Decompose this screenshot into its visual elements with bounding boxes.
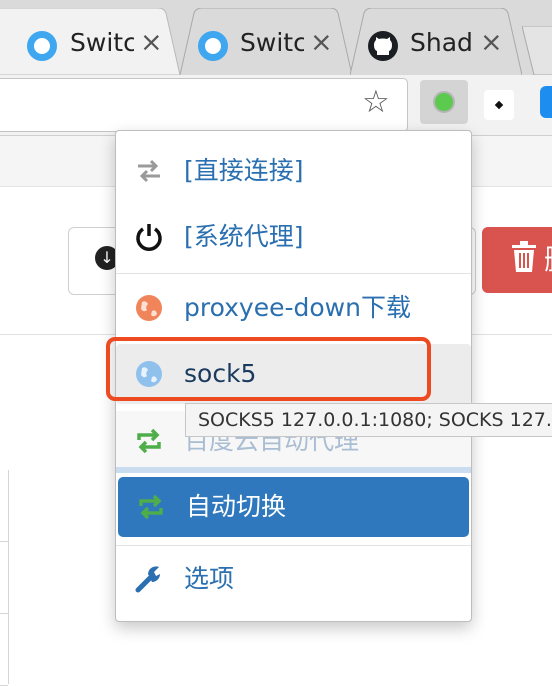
menu-item-options[interactable]: 选项 — [116, 549, 471, 609]
menu-item-label: proxyee-down下载 — [184, 293, 411, 322]
selection-glow — [116, 467, 471, 473]
tab-1-title: Switc — [70, 28, 134, 57]
delete-button[interactable]: 删 — [482, 227, 552, 293]
auto-switch-icon — [134, 426, 164, 456]
address-bar[interactable] — [0, 78, 408, 132]
menu-item-label: [系统代理] — [184, 222, 304, 251]
extension-2-icon[interactable] — [484, 90, 514, 120]
tab-1[interactable]: Switc × — [0, 8, 180, 75]
menu-item-system[interactable]: [系统代理] — [116, 207, 471, 267]
menu-item-label: [直接连接] — [184, 156, 304, 185]
globe-orange-icon — [134, 293, 164, 323]
tab-3-close-icon[interactable]: × — [480, 28, 503, 58]
menu-divider — [116, 545, 471, 546]
new-tab-button[interactable] — [522, 26, 552, 75]
auto-switch-icon — [136, 492, 166, 522]
tab-1-close-icon[interactable]: × — [140, 28, 163, 58]
proxy-tooltip: SOCKS5 127.0.0.1:1080; SOCKS 127.0.0.1:1… — [185, 403, 552, 437]
browser-toolbar — [0, 75, 552, 136]
tab-3-title: Shado — [410, 28, 474, 57]
github-icon — [368, 31, 398, 61]
bookmark-star-icon[interactable]: ☆ — [362, 85, 390, 119]
menu-item-label: 自动切换 — [186, 492, 287, 521]
menu-item-label: 选项 — [184, 564, 235, 593]
power-icon — [134, 222, 164, 252]
menu-item-proxyee-down[interactable]: proxyee-down下载 — [116, 278, 471, 338]
tab-3[interactable]: Shado × — [350, 8, 522, 75]
switchyomega-icon — [198, 31, 228, 61]
menu-item-direct[interactable]: [直接连接] — [116, 141, 471, 201]
switchyomega-extension-button[interactable] — [420, 80, 468, 124]
tab-strip: Switc × Switc × Shado × — [0, 0, 552, 75]
menu-divider — [116, 273, 471, 274]
tab-2[interactable]: Switc × — [180, 8, 352, 75]
page-side-rows — [0, 470, 9, 686]
tab-2-title: Switc — [240, 28, 304, 57]
swap-arrows-icon — [134, 156, 164, 186]
trash-icon — [510, 241, 538, 281]
proxy-status-icon — [433, 91, 455, 113]
wrench-icon — [134, 564, 164, 594]
delete-button-label: 删 — [544, 243, 552, 277]
tab-2-close-icon[interactable]: × — [310, 28, 333, 58]
sock5-highlight-annotation — [106, 337, 431, 401]
menu-item-auto-switch[interactable]: 自动切换 — [118, 477, 469, 537]
switchyomega-icon — [27, 31, 57, 61]
extension-3-icon[interactable] — [540, 86, 552, 118]
